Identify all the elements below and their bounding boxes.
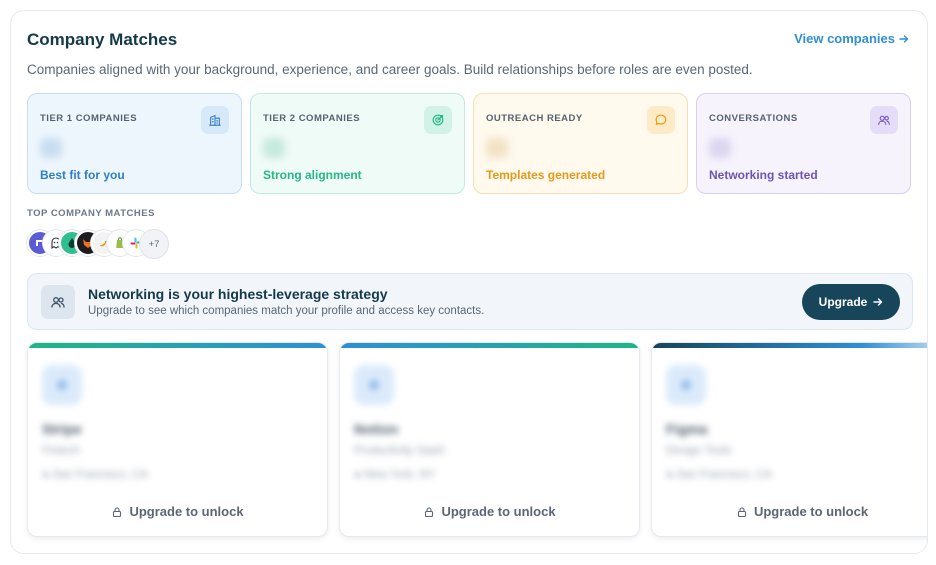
stat-value-blurred bbox=[263, 138, 285, 158]
company-location: ● San Francisco, CA bbox=[42, 469, 149, 481]
banner-subtitle: Upgrade to see which companies match you… bbox=[88, 305, 485, 317]
company-logo-icon bbox=[354, 365, 394, 405]
card-accent-bar bbox=[28, 343, 327, 348]
upgrade-button-label: Upgrade bbox=[818, 295, 868, 309]
arrow-right-icon bbox=[899, 34, 909, 43]
networking-upsell-banner: Networking is your highest-leverage stra… bbox=[27, 273, 913, 330]
blurred-company-info: Figma Design Tools ● San Francisco, CA bbox=[666, 365, 772, 481]
stat-caption: Strong alignment bbox=[263, 168, 362, 182]
arrow-right-icon bbox=[873, 298, 883, 306]
unlock-label: Upgrade to unlock bbox=[129, 504, 244, 519]
stat-card-outreach[interactable]: OUTREACH READY Templates generated bbox=[473, 93, 688, 194]
company-card-locked[interactable]: Figma Design Tools ● San Francisco, CA U… bbox=[651, 342, 927, 537]
unlock-label: Upgrade to unlock bbox=[441, 504, 556, 519]
page-subtitle: Companies aligned with your background, … bbox=[27, 62, 753, 77]
unlock-cta[interactable]: Upgrade to unlock bbox=[340, 504, 639, 519]
stat-value-blurred bbox=[709, 138, 731, 158]
target-icon bbox=[424, 106, 452, 134]
card-accent-bar bbox=[652, 343, 927, 348]
blurred-company-info: Notion Productivity SaaS ● New York, NY bbox=[354, 365, 445, 481]
company-location: ● San Francisco, CA bbox=[666, 469, 773, 481]
lock-icon bbox=[737, 506, 746, 517]
lock-icon bbox=[425, 506, 434, 517]
stat-card-conversations[interactable]: CONVERSATIONS Networking started bbox=[696, 93, 911, 194]
more-companies-badge[interactable]: +7 bbox=[139, 229, 169, 259]
company-name: Figma bbox=[666, 421, 708, 437]
company-card-locked[interactable]: Stripe Fintech ● San Francisco, CA Upgra… bbox=[27, 342, 328, 537]
unlock-label: Upgrade to unlock bbox=[753, 504, 869, 519]
unlock-cta[interactable]: Upgrade to unlock bbox=[652, 504, 927, 519]
company-category: Design Tools bbox=[666, 445, 732, 457]
company-location-text: San Francisco, CA bbox=[52, 469, 149, 481]
upgrade-button[interactable]: Upgrade bbox=[802, 284, 900, 320]
users-icon bbox=[41, 285, 75, 319]
stat-card-tier2[interactable]: TIER 2 COMPANIES Strong alignment bbox=[250, 93, 465, 194]
company-location-text: San Francisco, CA bbox=[676, 469, 773, 481]
lock-icon bbox=[113, 506, 122, 517]
card-accent-bar bbox=[340, 343, 639, 348]
building-icon bbox=[201, 106, 229, 134]
banner-title: Networking is your highest-leverage stra… bbox=[88, 286, 388, 302]
company-name: Notion bbox=[354, 421, 399, 437]
stat-caption: Templates generated bbox=[486, 168, 606, 182]
stat-card-tier1[interactable]: TIER 1 COMPANIES Best fit for you bbox=[27, 93, 242, 194]
page-title: Company Matches bbox=[27, 30, 178, 49]
top-matches-label: TOP COMPANY MATCHES bbox=[27, 208, 155, 219]
company-logo-icon bbox=[666, 365, 706, 405]
company-category: Fintech bbox=[42, 445, 80, 457]
users-icon bbox=[870, 106, 898, 134]
stat-caption: Best fit for you bbox=[40, 168, 125, 182]
company-category: Productivity SaaS bbox=[354, 445, 445, 457]
stat-value-blurred bbox=[40, 138, 62, 158]
chat-bubble-icon bbox=[647, 106, 675, 134]
company-location-text: New York, NY bbox=[364, 469, 436, 481]
view-companies-label: View companies bbox=[794, 31, 895, 46]
company-logo-icon bbox=[42, 365, 82, 405]
stat-value-blurred bbox=[486, 138, 508, 158]
company-card-locked[interactable]: Notion Productivity SaaS ● New York, NY … bbox=[339, 342, 640, 537]
blurred-company-info: Stripe Fintech ● San Francisco, CA bbox=[42, 365, 148, 481]
stat-caption: Networking started bbox=[709, 168, 818, 182]
company-location: ● New York, NY bbox=[354, 469, 436, 481]
unlock-cta[interactable]: Upgrade to unlock bbox=[28, 504, 327, 519]
company-name: Stripe bbox=[42, 421, 82, 437]
company-matches-panel: Company Matches View companies Companies… bbox=[10, 10, 928, 554]
view-companies-link[interactable]: View companies bbox=[794, 31, 909, 46]
